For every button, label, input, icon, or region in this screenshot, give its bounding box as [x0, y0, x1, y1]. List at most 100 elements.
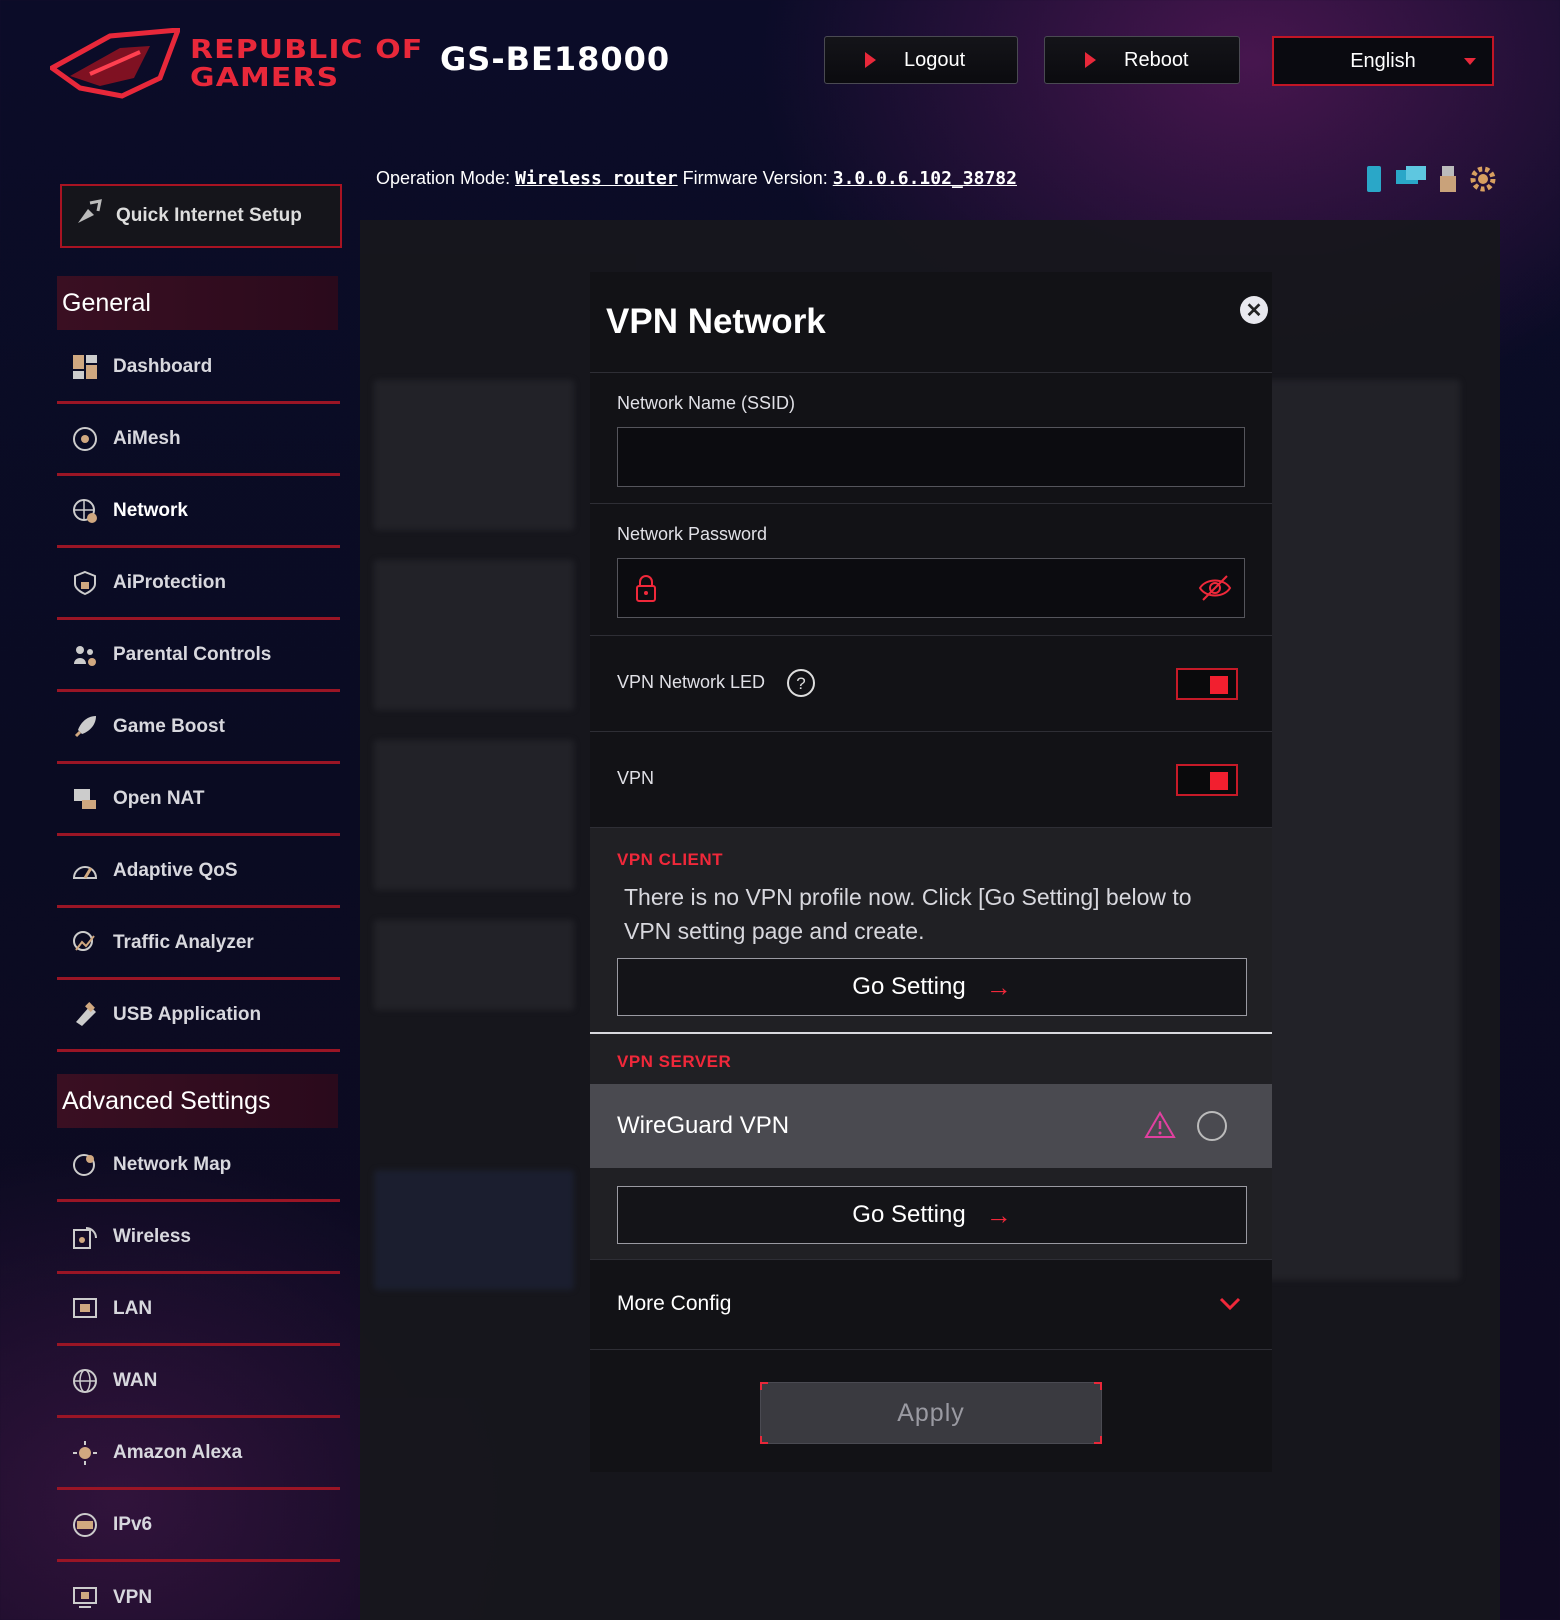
- quick-internet-setup-button[interactable]: Quick Internet Setup: [60, 184, 342, 248]
- led-label: VPN Network LED: [617, 672, 766, 692]
- sidebar-item-game-boost[interactable]: Game Boost: [57, 692, 340, 764]
- close-icon[interactable]: ✕: [1240, 296, 1268, 324]
- sidebar-item-label: LAN: [113, 1297, 153, 1319]
- arrow-right-icon: →: [985, 1199, 1012, 1230]
- corner-accent: [1094, 1382, 1102, 1390]
- ssid-input[interactable]: [617, 427, 1245, 487]
- advanced-section-title: Advanced Settings: [57, 1074, 338, 1128]
- chevron-down-icon: [1219, 1297, 1241, 1311]
- logout-button[interactable]: Logout: [824, 36, 1018, 84]
- globe-icon: [71, 1367, 99, 1395]
- operation-mode-link[interactable]: Wireless router: [515, 168, 678, 189]
- toggle-knob: [1210, 772, 1228, 790]
- more-config-label: More Config: [617, 1292, 732, 1315]
- corner-accent: [760, 1382, 768, 1390]
- server-go-setting-button[interactable]: Go Setting →: [617, 1186, 1247, 1244]
- sidebar-item-adaptive-qos[interactable]: Adaptive QoS: [57, 836, 340, 908]
- usb-status-icon[interactable]: [1438, 164, 1458, 194]
- mobile-icon[interactable]: [1364, 164, 1384, 194]
- wizard-icon: [74, 199, 104, 233]
- corner-accent: [760, 1436, 768, 1444]
- go-setting-label: Go Setting: [852, 973, 966, 1000]
- apply-button[interactable]: Apply: [760, 1382, 1102, 1444]
- clients-icon[interactable]: [1394, 164, 1428, 192]
- quick-setup-label: Quick Internet Setup: [116, 205, 302, 226]
- svg-text:?: ?: [796, 674, 805, 693]
- wireguard-vpn-option[interactable]: WireGuard VPN: [590, 1084, 1272, 1168]
- eye-off-icon[interactable]: [1198, 573, 1232, 603]
- sidebar-item-usb-application[interactable]: USB Application: [57, 980, 340, 1052]
- sidebar-item-network-map[interactable]: Network Map: [57, 1130, 340, 1202]
- analyzer-icon: [71, 929, 99, 957]
- sidebar-item-label: Parental Controls: [113, 643, 272, 665]
- server-go-setting-row: Go Setting →: [590, 1168, 1272, 1260]
- blurred-card: [374, 740, 574, 890]
- vpn-network-modal: VPN Network ✕ Network Name (SSID) Networ…: [590, 272, 1272, 1472]
- sidebar-item-parental-controls[interactable]: Parental Controls: [57, 620, 340, 692]
- vpn-client-title: VPN CLIENT: [617, 850, 724, 869]
- settings-gear-icon[interactable]: [1468, 164, 1498, 194]
- led-row: VPN Network LED ?: [590, 636, 1272, 732]
- reboot-label: Reboot: [1124, 48, 1189, 71]
- sidebar-item-wireless[interactable]: Wireless: [57, 1202, 340, 1274]
- sidebar-item-amazon-alexa[interactable]: Amazon Alexa: [57, 1418, 340, 1490]
- network-map-icon: [71, 1151, 99, 1179]
- language-value: English: [1350, 49, 1416, 72]
- language-select[interactable]: English: [1272, 36, 1494, 86]
- help-icon[interactable]: ?: [786, 668, 816, 698]
- dashboard-icon: [71, 353, 99, 381]
- password-input[interactable]: [617, 558, 1245, 618]
- parental-icon: [71, 641, 99, 669]
- blurred-card: [374, 380, 574, 530]
- sidebar-item-wan[interactable]: WAN: [57, 1346, 340, 1418]
- vpn-toggle[interactable]: [1176, 764, 1238, 796]
- sidebar-item-label: Dashboard: [113, 355, 213, 377]
- sidebar-item-vpn[interactable]: VPN: [57, 1562, 340, 1620]
- firmware-link[interactable]: 3.0.0.6.102_38782: [833, 168, 1017, 189]
- sidebar-item-dashboard[interactable]: Dashboard: [57, 332, 340, 404]
- more-config-row[interactable]: More Config: [590, 1260, 1272, 1350]
- sidebar-item-network[interactable]: Network: [57, 476, 340, 548]
- aimesh-icon: [71, 425, 99, 453]
- rocket-icon: [71, 713, 99, 741]
- shield-icon: [71, 569, 99, 597]
- blurred-card: [374, 920, 574, 1010]
- go-setting-label: Go Setting: [852, 1201, 966, 1228]
- toggle-knob: [1210, 676, 1228, 694]
- sidebar-item-label: Network Map: [113, 1153, 232, 1175]
- led-toggle[interactable]: [1176, 668, 1238, 700]
- sidebar-item-label: Amazon Alexa: [113, 1441, 243, 1463]
- sidebar-item-traffic-analyzer[interactable]: Traffic Analyzer: [57, 908, 340, 980]
- gauge-icon: [71, 857, 99, 885]
- sidebar-item-open-nat[interactable]: Open NAT: [57, 764, 340, 836]
- vpn-server-header: VPN SERVER: [590, 1034, 1272, 1084]
- sidebar-item-label: USB Application: [113, 1003, 262, 1025]
- nat-icon: [71, 785, 99, 813]
- sidebar-item-label: AiMesh: [113, 427, 181, 449]
- header: REPUBLIC OF GAMERS GS-BE18000 Logout Reb…: [0, 0, 1560, 140]
- sidebar-item-aimesh[interactable]: AiMesh: [57, 404, 340, 476]
- sidebar-item-label: Game Boost: [113, 715, 225, 737]
- general-title: General: [62, 288, 151, 317]
- client-go-setting-button[interactable]: Go Setting →: [617, 958, 1247, 1016]
- vpn-client-message: There is no VPN profile now. Click [Go S…: [624, 884, 1192, 944]
- password-label: Network Password: [617, 524, 768, 544]
- rog-logo: [50, 28, 180, 99]
- network-icon: [71, 497, 99, 525]
- sidebar-item-aiprotection[interactable]: AiProtection: [57, 548, 340, 620]
- operation-mode-label: Operation Mode:: [376, 168, 511, 188]
- sidebar-item-ipv6[interactable]: IPv6: [57, 1490, 340, 1562]
- arrow-right-icon: →: [985, 971, 1012, 1002]
- play-arrow-icon: [1085, 52, 1096, 68]
- password-row: Network Password: [590, 504, 1272, 636]
- wireless-icon: [71, 1223, 99, 1251]
- blurred-card: [1260, 380, 1460, 1280]
- sidebar-item-label: Network: [113, 499, 188, 521]
- vpn-server-title: VPN SERVER: [617, 1052, 732, 1071]
- lock-icon: [636, 575, 656, 602]
- radio-button[interactable]: [1196, 1110, 1228, 1142]
- sidebar-item-lan[interactable]: LAN: [57, 1274, 340, 1346]
- general-section-title: General: [57, 276, 338, 330]
- reboot-button[interactable]: Reboot: [1044, 36, 1240, 84]
- usb-icon: [71, 1001, 99, 1029]
